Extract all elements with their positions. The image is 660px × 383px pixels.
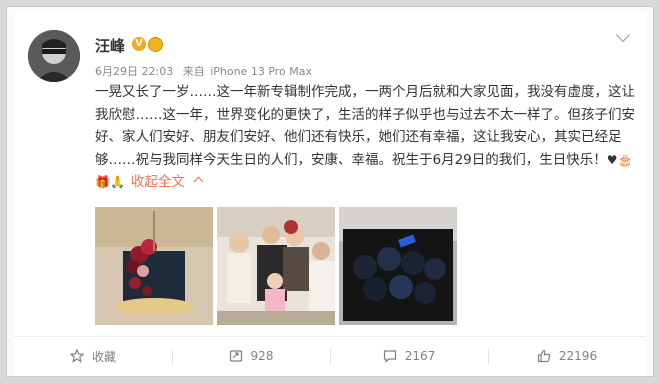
avatar[interactable] bbox=[28, 30, 80, 82]
repost-button[interactable]: 928 bbox=[172, 337, 330, 375]
comment-count: 2167 bbox=[404, 349, 436, 363]
like-button[interactable]: 22196 bbox=[488, 337, 646, 375]
medal-icon bbox=[148, 37, 163, 52]
avatar-photo bbox=[28, 30, 80, 82]
collapse-label: 收起全文 bbox=[130, 174, 185, 190]
cake-photo bbox=[95, 207, 213, 325]
post-image-roses[interactable] bbox=[339, 207, 457, 325]
repost-count: 928 bbox=[250, 349, 274, 363]
post-image-cake[interactable] bbox=[95, 207, 213, 325]
favorite-button[interactable]: 收藏 bbox=[14, 337, 172, 375]
chevron-up-icon bbox=[193, 176, 204, 187]
post-body: 一晃又长了一岁……这一年新专辑制作完成，一两个月后就和大家见面，我没有虚度，这让… bbox=[95, 84, 635, 168]
action-bar: 收藏 928 2167 22196 bbox=[14, 336, 646, 374]
verified-v-icon: V bbox=[132, 37, 146, 51]
source-prefix: 来自 bbox=[182, 65, 205, 78]
post-text: 一晃又长了一岁……这一年新专辑制作完成，一两个月后就和大家见面，我没有虚度，这让… bbox=[95, 81, 635, 194]
roses-photo bbox=[339, 207, 457, 325]
family-photo bbox=[217, 207, 335, 325]
source-device: iPhone 13 Pro Max bbox=[210, 65, 313, 78]
author-name[interactable]: 汪峰 bbox=[95, 35, 125, 56]
post-image-family[interactable] bbox=[217, 207, 335, 325]
repost-icon bbox=[229, 350, 242, 362]
favorite-label: 收藏 bbox=[91, 349, 116, 364]
comment-icon bbox=[383, 350, 396, 363]
collapse-link[interactable]: 收起全文 bbox=[130, 174, 204, 190]
like-count: 22196 bbox=[558, 349, 598, 363]
post-timestamp[interactable]: 6月29日 22:03 bbox=[95, 65, 173, 78]
star-icon bbox=[69, 349, 84, 363]
comment-button[interactable]: 2167 bbox=[330, 337, 488, 375]
post-meta: 6月29日 22:03 来自 iPhone 13 Pro Max bbox=[95, 63, 318, 79]
thumbs-up-icon bbox=[537, 349, 551, 363]
